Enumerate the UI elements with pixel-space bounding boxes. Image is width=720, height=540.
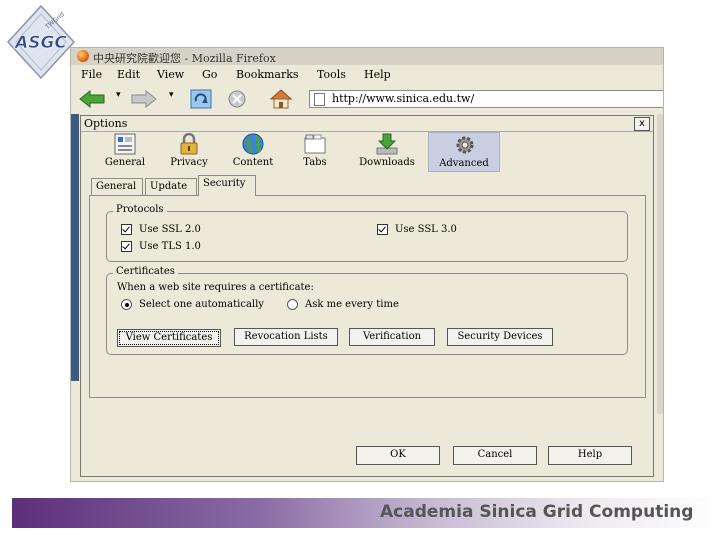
page-left-strip: [71, 114, 79, 381]
page-icon: [314, 93, 325, 106]
browser-titlebar: 中央研究院歡迎您 - Mozilla Firefox: [71, 48, 663, 65]
menu-bookmarks[interactable]: Bookmarks: [236, 68, 299, 81]
menu-edit[interactable]: Edit: [117, 68, 140, 81]
general-icon: [114, 133, 136, 155]
security-tab-panel: Protocols Use SSL 2.0 Use SSL 3.0 Use TL…: [89, 195, 646, 398]
ssl3-label: Use SSL 3.0: [395, 224, 457, 235]
tab-security[interactable]: Security: [198, 175, 256, 196]
pane-advanced[interactable]: Advanced: [428, 132, 500, 172]
checkbox-checked-icon: [121, 224, 132, 235]
pane-general-label: General: [104, 157, 146, 168]
menu-view[interactable]: View: [157, 68, 184, 81]
forward-arrow-icon[interactable]: [131, 90, 157, 108]
asgc-logo-graphic: ASGC TWGrid: [6, 4, 76, 80]
tab-update-label: Update: [150, 181, 188, 192]
ssl2-label: Use SSL 2.0: [139, 224, 201, 235]
checkbox-checked-icon: [377, 224, 388, 235]
footer-title: Academia Sinica Grid Computing: [380, 502, 694, 522]
pane-downloads-label: Downloads: [359, 157, 415, 168]
browser-title: 中央研究院歡迎您 - Mozilla Firefox: [93, 52, 276, 65]
checkbox-checked-icon: [121, 241, 132, 252]
globe-icon: [242, 133, 264, 155]
stop-icon[interactable]: [226, 89, 248, 109]
home-icon[interactable]: [269, 88, 293, 110]
radio-unselected-icon: [287, 299, 298, 310]
menu-file[interactable]: File: [81, 68, 102, 81]
radio-ask-every-time[interactable]: Ask me every time: [287, 299, 399, 310]
close-icon[interactable]: x: [634, 117, 650, 131]
forward-dropdown-icon[interactable]: ▾: [169, 90, 174, 100]
back-arrow-icon[interactable]: [79, 90, 105, 108]
verification-button[interactable]: Verification: [349, 328, 435, 346]
url-input[interactable]: http://www.sinica.edu.tw/: [309, 90, 663, 108]
url-text: http://www.sinica.edu.tw/: [332, 92, 475, 105]
dialog-title: Options: [84, 117, 128, 130]
pane-tabs[interactable]: Tabs: [289, 133, 341, 170]
pane-content-label: Content: [232, 157, 274, 168]
firefox-icon: [77, 50, 89, 62]
reload-icon[interactable]: [189, 88, 213, 110]
tabs-icon: [304, 134, 326, 154]
options-dialog: Options x General Privacy Content Tabs D…: [80, 115, 654, 477]
security-devices-button[interactable]: Security Devices: [447, 328, 553, 346]
ssl2-checkbox[interactable]: Use SSL 2.0: [121, 224, 201, 235]
pane-privacy-label: Privacy: [170, 157, 208, 168]
certificate-prompt: When a web site requires a certificate:: [117, 282, 314, 293]
tab-general-label: General: [96, 181, 137, 192]
radio-select-automatically[interactable]: Select one automatically: [121, 299, 264, 310]
navigation-toolbar: ▾ ▾ http://www.sinica.edu.tw/: [71, 86, 663, 112]
tls1-checkbox[interactable]: Use TLS 1.0: [121, 241, 201, 252]
pane-advanced-label: Advanced: [439, 158, 489, 169]
back-dropdown-icon[interactable]: ▾: [116, 90, 121, 100]
menu-tools[interactable]: Tools: [317, 68, 346, 81]
page-right-strip: [657, 114, 663, 414]
revocation-lists-button[interactable]: Revocation Lists: [234, 328, 338, 346]
radio-selected-icon: [121, 299, 132, 310]
cancel-button[interactable]: Cancel: [453, 446, 537, 465]
certificates-legend: Certificates: [113, 266, 178, 277]
tab-general[interactable]: General: [91, 178, 143, 195]
menu-help[interactable]: Help: [364, 68, 391, 81]
protocols-group: Protocols Use SSL 2.0 Use SSL 3.0 Use TL…: [106, 204, 628, 262]
help-button[interactable]: Help: [548, 446, 632, 465]
view-certificates-button[interactable]: View Certificates: [117, 329, 221, 347]
pane-privacy[interactable]: Privacy: [163, 133, 215, 170]
download-icon: [376, 133, 398, 155]
pane-content[interactable]: Content: [227, 133, 279, 170]
pane-general[interactable]: General: [99, 133, 151, 170]
certificates-group: Certificates When a web site requires a …: [106, 266, 628, 355]
gear-icon: [456, 136, 474, 154]
menu-bar: File Edit View Go Bookmarks Tools Help: [71, 66, 663, 84]
pane-tabs-label: Tabs: [303, 157, 327, 168]
pane-downloads[interactable]: Downloads: [353, 133, 421, 170]
tab-security-label: Security: [203, 178, 246, 189]
radio-auto-label: Select one automatically: [139, 299, 264, 310]
protocols-legend: Protocols: [113, 204, 167, 215]
tls1-label: Use TLS 1.0: [139, 241, 201, 252]
dialog-titlebar: Options x: [81, 116, 653, 132]
ssl3-checkbox[interactable]: Use SSL 3.0: [377, 224, 457, 235]
radio-ask-label: Ask me every time: [305, 299, 399, 310]
menu-go[interactable]: Go: [202, 68, 217, 81]
lock-icon: [180, 133, 198, 155]
tab-update[interactable]: Update: [145, 178, 197, 195]
ok-button[interactable]: OK: [356, 446, 440, 465]
asgc-logo: ASGC TWGrid: [6, 4, 76, 80]
logo-text: ASGC: [13, 33, 67, 53]
